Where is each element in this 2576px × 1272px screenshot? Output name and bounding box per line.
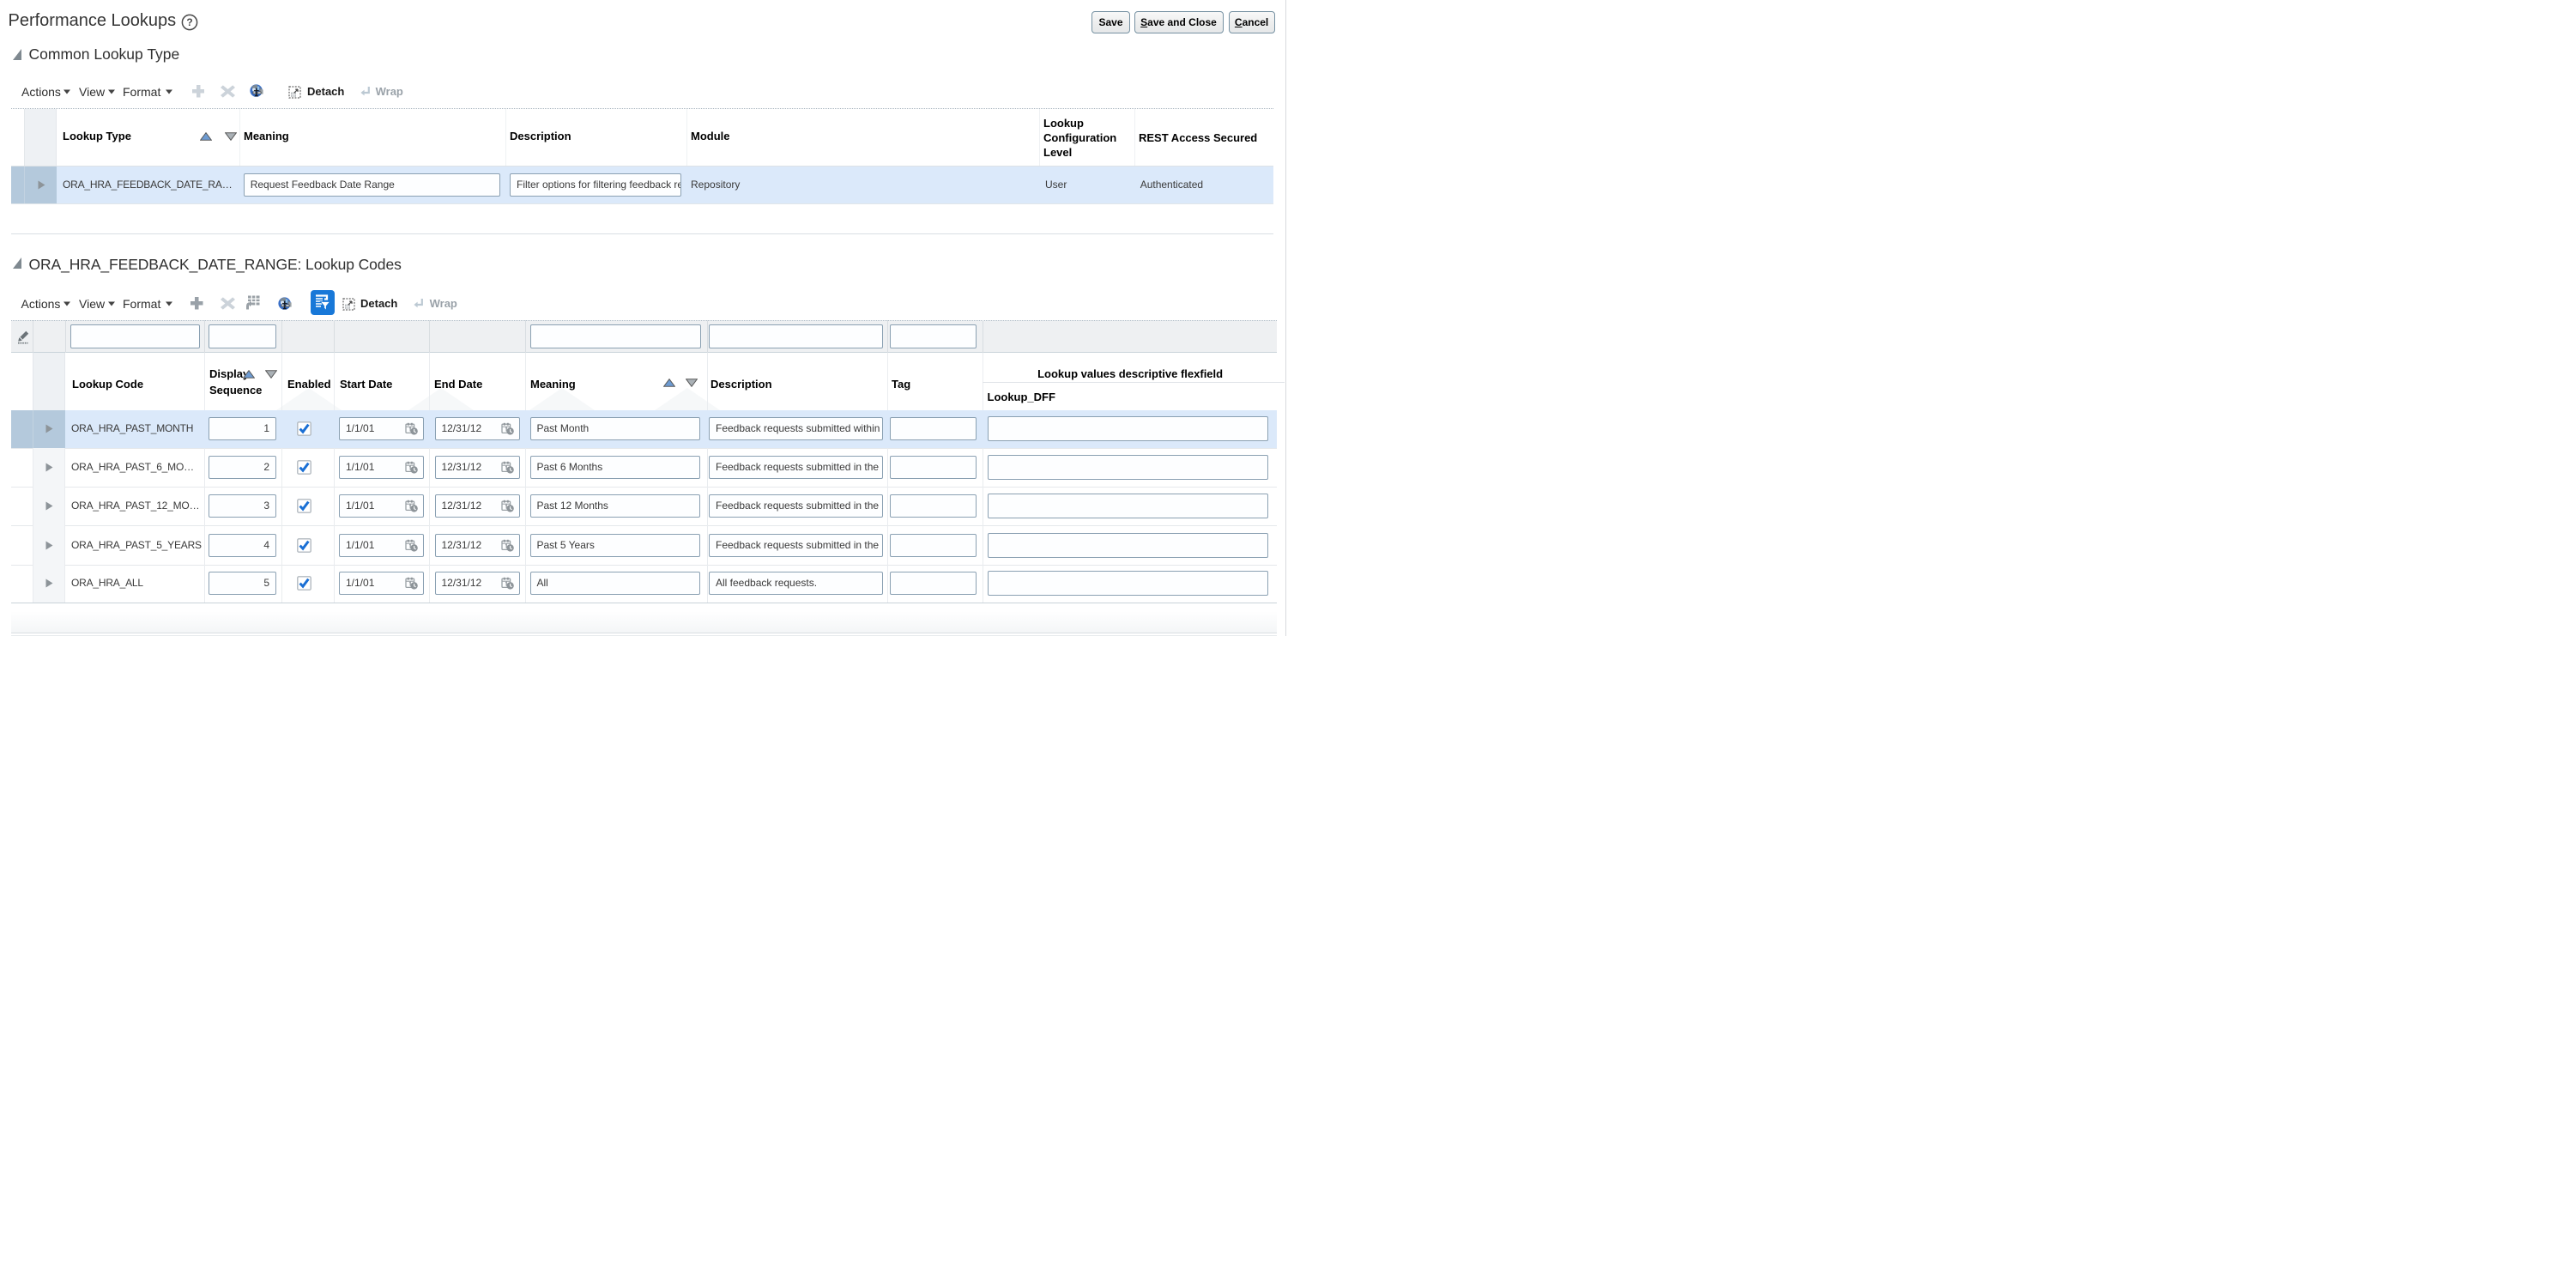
svg-text:?: ?	[186, 16, 192, 28]
